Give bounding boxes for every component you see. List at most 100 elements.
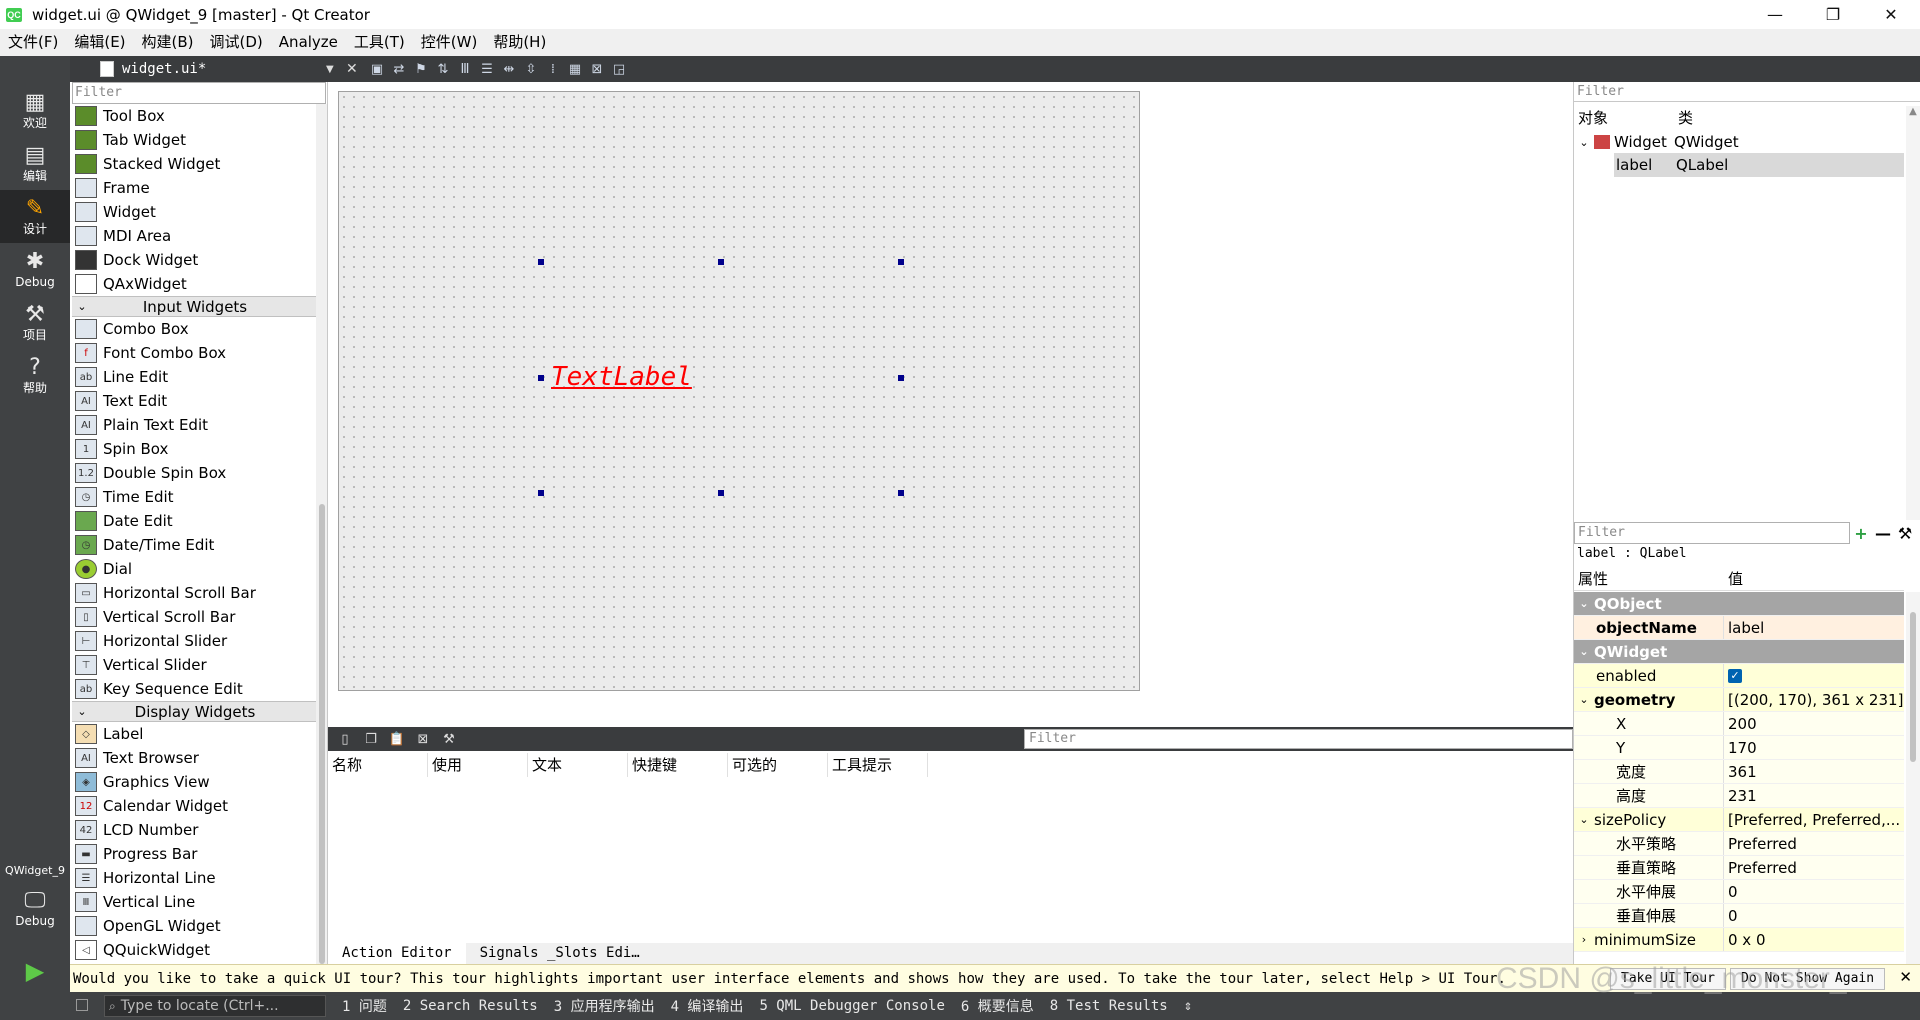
- property-row-geometry[interactable]: ⌄ geometry [(200, 170), 361 x 231]: [1574, 688, 1904, 712]
- widget-item[interactable]: ◷ Date/Time Edit: [72, 533, 318, 557]
- widget-item[interactable]: Date Edit: [72, 509, 318, 533]
- pane-issues[interactable]: 1 问题: [334, 996, 395, 1016]
- pane-qml-debugger-console[interactable]: 5 QML Debugger Console: [751, 998, 952, 1014]
- resize-handle[interactable]: [538, 375, 544, 381]
- column-object[interactable]: 对象: [1574, 106, 1674, 130]
- widget-item[interactable]: QAxWidget: [72, 272, 318, 296]
- widget-item[interactable]: Ⅲ Vertical Line: [72, 890, 318, 914]
- pane-application-output[interactable]: 3 应用程序输出: [546, 996, 663, 1016]
- widget-item[interactable]: Tab Widget: [72, 128, 318, 152]
- edit-widgets-icon[interactable]: ▣: [368, 60, 386, 78]
- take-ui-tour-button[interactable]: Take UI Tour: [1610, 968, 1726, 990]
- menu-tools[interactable]: 工具(T): [346, 29, 413, 56]
- widget-item[interactable]: AI Text Browser: [72, 746, 318, 770]
- layout-splitter-h-icon[interactable]: ⇹: [500, 60, 518, 78]
- run-button[interactable]: ▶: [20, 956, 50, 986]
- mode-design[interactable]: ✎ 设计: [0, 190, 70, 243]
- tab-action-editor[interactable]: Action Editor: [328, 943, 466, 964]
- menu-file[interactable]: 文件(F): [0, 29, 66, 56]
- chevron-down-icon[interactable]: ⌄: [1574, 136, 1594, 149]
- break-layout-icon[interactable]: ⊠: [588, 60, 606, 78]
- widget-item[interactable]: MDI Area: [72, 224, 318, 248]
- configure-wrench-icon[interactable]: ⚒: [1894, 524, 1916, 543]
- property-editor-scrollbar[interactable]: [1906, 592, 1920, 964]
- widget-item[interactable]: AI Text Edit: [72, 389, 318, 413]
- new-action-icon[interactable]: ▯: [336, 730, 354, 748]
- property-filter-input[interactable]: Filter: [1574, 522, 1850, 544]
- remove-dynamic-property-button[interactable]: —: [1872, 524, 1894, 543]
- property-row-y[interactable]: Y 170: [1574, 736, 1904, 760]
- column-checkable[interactable]: 可选的: [728, 753, 828, 777]
- chevron-down-icon[interactable]: ⌄: [1574, 813, 1594, 826]
- enabled-checkbox[interactable]: ✓: [1728, 668, 1742, 683]
- property-row-x[interactable]: X 200: [1574, 712, 1904, 736]
- widget-item[interactable]: Frame: [72, 176, 318, 200]
- column-shortcut[interactable]: 快捷键: [628, 753, 728, 777]
- pane-compile-output[interactable]: 4 编译输出: [663, 996, 752, 1016]
- mode-welcome[interactable]: ▦ 欢迎: [0, 84, 70, 137]
- mode-edit[interactable]: ▤ 编辑: [0, 137, 70, 190]
- widget-item[interactable]: ◇ Label: [72, 722, 318, 746]
- form-widget[interactable]: TextLabel: [338, 91, 1140, 691]
- mode-projects[interactable]: ⚒ 项目: [0, 296, 70, 349]
- minimize-button[interactable]: —: [1746, 0, 1804, 29]
- resize-handle[interactable]: [718, 490, 724, 496]
- widget-item[interactable]: ▭ Horizontal Scroll Bar: [72, 581, 318, 605]
- widget-item[interactable]: Combo Box: [72, 317, 318, 341]
- chevron-down-icon[interactable]: ▼: [326, 64, 334, 75]
- property-row-width[interactable]: 宽度 361: [1574, 760, 1904, 784]
- resize-handle[interactable]: [718, 259, 724, 265]
- paste-action-icon[interactable]: 📋: [388, 730, 406, 748]
- chevron-down-icon[interactable]: ⌄: [1574, 693, 1594, 706]
- scrollbar-thumb[interactable]: [319, 504, 325, 964]
- widget-item[interactable]: 1 Spin Box: [72, 437, 318, 461]
- widget-item[interactable]: ab Key Sequence Edit: [72, 677, 318, 701]
- text-label-widget[interactable]: TextLabel: [551, 362, 692, 392]
- menu-build[interactable]: 构建(B): [134, 29, 202, 56]
- property-row-vstretch[interactable]: 垂直伸展 0: [1574, 904, 1904, 928]
- menu-help[interactable]: 帮助(H): [485, 29, 554, 56]
- object-filter-input[interactable]: Filter: [1574, 82, 1920, 102]
- pane-test-results[interactable]: 8 Test Results: [1042, 998, 1176, 1014]
- close-button[interactable]: ✕: [1862, 0, 1920, 29]
- widget-item[interactable]: ab Line Edit: [72, 365, 318, 389]
- resize-handle[interactable]: [898, 490, 904, 496]
- widget-item[interactable]: ◷ Time Edit: [72, 485, 318, 509]
- tab-signals-slots[interactable]: Signals _Slots Edi…: [466, 943, 654, 964]
- widget-box-scrollbar[interactable]: [316, 104, 327, 964]
- widget-item[interactable]: ● Dial: [72, 557, 318, 581]
- locator-input[interactable]: ⌕ Type to locate (Ctrl+...: [104, 995, 326, 1017]
- menu-edit[interactable]: 编辑(E): [66, 29, 133, 56]
- widget-item[interactable]: 42 LCD Number: [72, 818, 318, 842]
- column-property[interactable]: 属性: [1574, 567, 1724, 590]
- scrollbar-thumb[interactable]: [1910, 612, 1916, 762]
- resize-handle[interactable]: [898, 259, 904, 265]
- mode-debug[interactable]: ✱ Debug: [0, 243, 70, 296]
- widget-item[interactable]: Tool Box: [72, 104, 318, 128]
- property-row-hpolicy[interactable]: 水平策略 Preferred: [1574, 832, 1904, 856]
- category-display-widgets[interactable]: ⌄ Display Widgets: [72, 701, 318, 722]
- action-filter-input[interactable]: Filter: [1024, 729, 1573, 749]
- widget-item[interactable]: f Font Combo Box: [72, 341, 318, 365]
- widget-item[interactable]: ⊢ Horizontal Slider: [72, 629, 318, 653]
- resize-handle[interactable]: [898, 375, 904, 381]
- property-row-height[interactable]: 高度 231: [1574, 784, 1904, 808]
- object-inspector-scrollbar[interactable]: ▲: [1906, 106, 1920, 520]
- column-value[interactable]: 值: [1724, 567, 1743, 590]
- widget-filter-input[interactable]: Filter: [72, 82, 326, 104]
- resize-handle[interactable]: [538, 259, 544, 265]
- property-row-vpolicy[interactable]: 垂直策略 Preferred: [1574, 856, 1904, 880]
- property-row-sizepolicy[interactable]: ⌄ sizePolicy [Preferred, Preferred,...: [1574, 808, 1904, 832]
- edit-signals-slots-icon[interactable]: ⇄: [390, 60, 408, 78]
- mode-help[interactable]: ? 帮助: [0, 349, 70, 402]
- layout-horizontal-icon[interactable]: Ⅲ: [456, 60, 474, 78]
- menu-controls[interactable]: 控件(W): [413, 29, 486, 56]
- pane-search-results[interactable]: 2 Search Results: [395, 998, 546, 1014]
- layout-vertical-icon[interactable]: ☰: [478, 60, 496, 78]
- add-dynamic-property-button[interactable]: +: [1850, 524, 1872, 543]
- property-group-qobject[interactable]: ⌄ QObject: [1574, 592, 1904, 616]
- column-used[interactable]: 使用: [428, 753, 528, 777]
- widget-item[interactable]: OpenGL Widget: [72, 914, 318, 938]
- layout-splitter-v-icon[interactable]: ⇳: [522, 60, 540, 78]
- property-row-hstretch[interactable]: 水平伸展 0: [1574, 880, 1904, 904]
